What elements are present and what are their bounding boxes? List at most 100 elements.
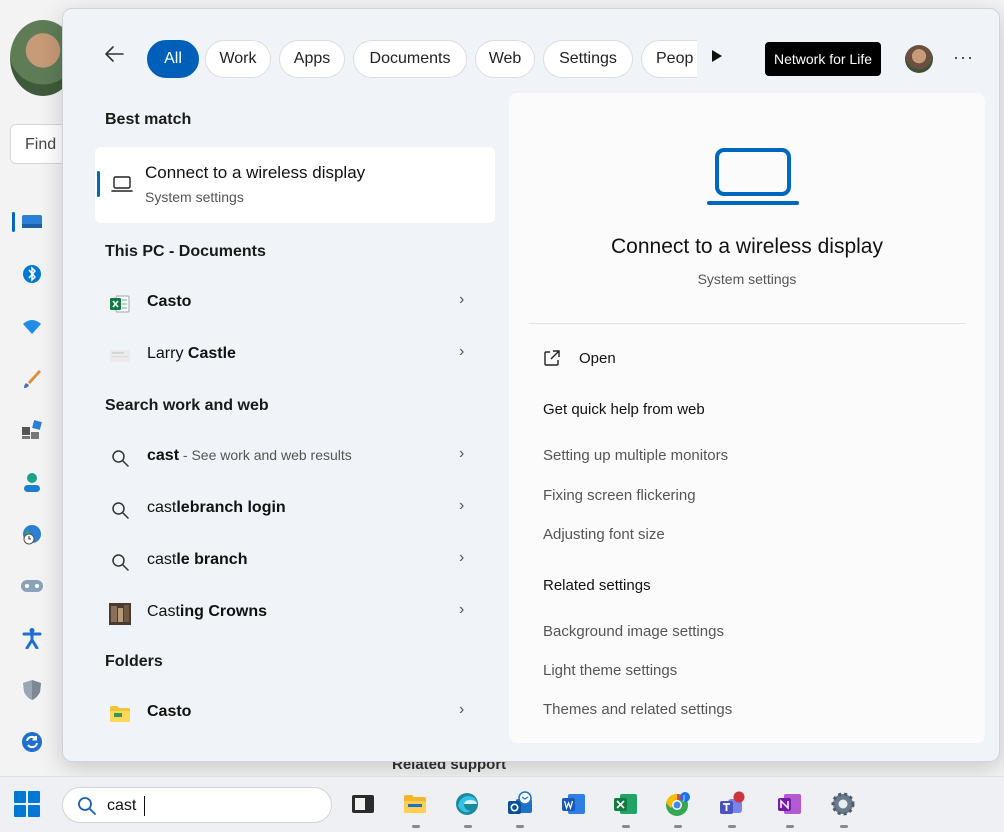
settings-icon[interactable] — [830, 791, 858, 828]
list-item[interactable]: Casto › — [95, 279, 495, 327]
help-link[interactable]: Fixing screen flickering — [543, 487, 696, 504]
chevron-right-icon[interactable]: › — [459, 497, 464, 515]
open-action[interactable]: Open — [543, 349, 616, 367]
chevron-right-icon[interactable]: › — [459, 601, 464, 619]
brush-icon[interactable] — [12, 352, 52, 404]
divider — [529, 323, 965, 324]
excel-file-icon — [109, 293, 131, 315]
filter-bar: All Work Apps Documents Web Settings Peo… — [63, 9, 999, 93]
taskbar-search-input[interactable]: cast — [62, 787, 332, 823]
result-label: cast - See work and web results — [147, 447, 352, 464]
filter-people[interactable]: Peop — [641, 40, 697, 78]
list-item[interactable]: Casting Crowns › — [95, 589, 495, 637]
filter-work[interactable]: Work — [205, 40, 271, 78]
best-match-subtitle: System settings — [145, 189, 244, 205]
wifi-icon[interactable] — [12, 300, 52, 352]
help-link[interactable]: Setting up multiple monitors — [543, 447, 728, 464]
selection-indicator — [97, 171, 100, 197]
outlook-icon[interactable] — [506, 791, 534, 828]
nav-display-icon[interactable] — [12, 196, 52, 248]
laptop-icon — [707, 147, 799, 207]
result-label: Casto — [147, 293, 192, 310]
chevron-right-icon[interactable]: › — [459, 445, 464, 463]
best-match-result[interactable]: Connect to a wireless display System set… — [95, 147, 495, 223]
result-label: Casting Crowns — [147, 603, 268, 620]
related-setting-link[interactable]: Light theme settings — [543, 662, 677, 679]
gaming-icon[interactable] — [12, 560, 52, 612]
related-setting-link[interactable]: Themes and related settings — [543, 701, 732, 718]
search-icon — [109, 447, 131, 469]
chevron-right-icon[interactable]: › — [459, 291, 464, 309]
chevron-right-icon[interactable]: › — [459, 343, 464, 361]
filter-apps[interactable]: Apps — [279, 40, 345, 78]
windows-update-icon[interactable] — [12, 716, 52, 768]
running-indicator — [464, 825, 472, 828]
search-work-web-heading: Search work and web — [105, 397, 269, 414]
filter-settings[interactable]: Settings — [543, 40, 633, 78]
user-avatar[interactable] — [905, 45, 933, 73]
running-indicator — [622, 825, 630, 828]
filters-scroll-right-icon[interactable] — [711, 49, 725, 67]
running-indicator — [412, 825, 420, 828]
result-label: castle branch — [147, 551, 248, 568]
list-item[interactable]: castle branch › — [95, 537, 495, 585]
running-indicator — [728, 825, 736, 828]
onenote-icon[interactable] — [776, 791, 804, 828]
windows-start-icon[interactable] — [14, 791, 40, 817]
apps-icon[interactable] — [12, 404, 52, 456]
preview-pane: Connect to a wireless display System set… — [509, 93, 985, 743]
list-item[interactable]: cast - See work and web results › — [95, 433, 495, 481]
filter-documents[interactable]: Documents — [353, 40, 467, 78]
folder-icon — [109, 703, 131, 725]
search-query: cast — [107, 797, 137, 814]
text-caret — [144, 796, 145, 816]
more-options-button[interactable]: ··· — [953, 47, 977, 71]
quick-help-heading: Get quick help from web — [543, 401, 705, 418]
result-label: Casto — [147, 703, 192, 720]
find-setting-input[interactable]: Find — [10, 124, 70, 164]
related-settings-heading: Related settings — [543, 577, 651, 594]
chrome-icon[interactable]: J — [664, 791, 692, 828]
running-indicator — [516, 825, 524, 828]
list-item[interactable]: castlebranch login › — [95, 485, 495, 533]
help-link[interactable]: Adjusting font size — [543, 526, 665, 543]
best-match-heading: Best match — [105, 111, 192, 128]
edge-icon[interactable] — [454, 791, 482, 828]
privacy-shield-icon[interactable] — [12, 664, 52, 716]
open-label: Open — [579, 349, 616, 367]
taskbar: cast J — [0, 776, 1004, 832]
bluetooth-icon[interactable] — [12, 248, 52, 300]
settings-nav — [12, 196, 52, 768]
org-badge[interactable]: Network for Life — [765, 42, 881, 76]
word-icon[interactable] — [560, 791, 588, 819]
list-item[interactable]: Casto › — [95, 689, 495, 737]
running-indicator — [840, 825, 848, 828]
related-setting-link[interactable]: Background image settings — [543, 623, 724, 640]
search-icon — [77, 796, 97, 816]
list-item[interactable]: Larry Castle › — [95, 331, 495, 379]
accessibility-icon[interactable] — [12, 612, 52, 664]
result-label: Larry Castle — [147, 345, 236, 362]
open-external-icon — [543, 349, 561, 367]
preview-subtitle: System settings — [697, 271, 797, 287]
svg-text:J: J — [682, 794, 685, 802]
result-label: castlebranch login — [147, 499, 286, 516]
time-language-icon[interactable] — [12, 508, 52, 560]
search-icon — [109, 499, 131, 521]
back-arrow-icon[interactable] — [103, 43, 131, 71]
search-icon — [109, 551, 131, 573]
this-pc-heading: This PC - Documents — [105, 243, 266, 260]
chevron-right-icon[interactable]: › — [459, 549, 464, 567]
filter-all[interactable]: All — [147, 40, 199, 78]
running-indicator — [674, 825, 682, 828]
preview-title: Connect to a wireless display — [611, 235, 883, 258]
best-match-title: Connect to a wireless display — [145, 163, 366, 182]
running-indicator — [786, 825, 794, 828]
account-icon[interactable] — [12, 456, 52, 508]
terminal-icon[interactable] — [350, 791, 378, 819]
chevron-right-icon[interactable]: › — [459, 701, 464, 719]
teams-icon[interactable] — [718, 791, 746, 828]
excel-icon[interactable] — [612, 791, 640, 828]
file-explorer-icon[interactable] — [402, 791, 430, 828]
filter-web[interactable]: Web — [475, 40, 535, 78]
